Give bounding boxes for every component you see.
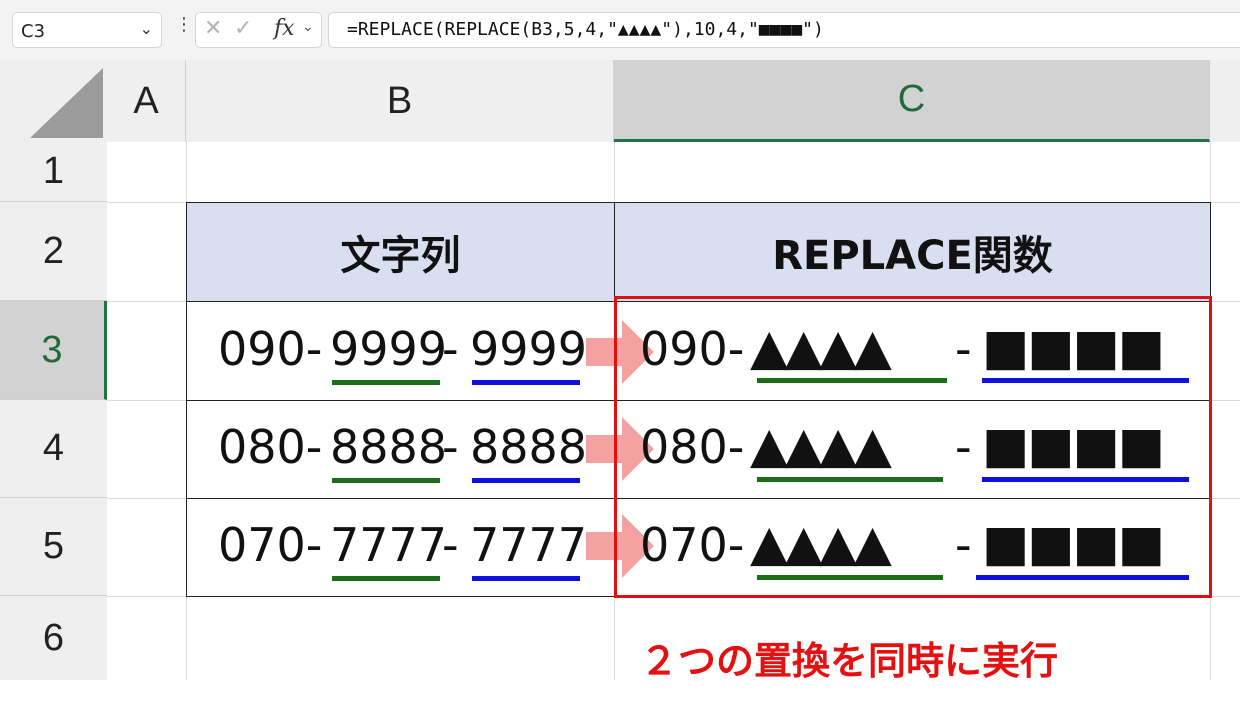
- cell-c2[interactable]: REPLACE関数: [614, 202, 1211, 302]
- phone-middle: 9999: [330, 322, 448, 376]
- phone-middle: 8888: [330, 420, 448, 474]
- underline-last: [472, 380, 580, 385]
- select-all-corner[interactable]: [0, 60, 107, 142]
- formula-bar-buttons: ✕ ✓ fx ⌄: [195, 12, 322, 48]
- phone-last: 8888: [470, 420, 588, 474]
- underline-last: [472, 576, 580, 581]
- formula-bar: C3 ⌄ ⋮ ✕ ✓ fx ⌄ =REPLACE(REPLACE(B3,5,4,…: [0, 0, 1240, 60]
- phone-dash: -: [442, 420, 459, 474]
- name-box[interactable]: C3 ⌄: [12, 12, 162, 48]
- row-header-3[interactable]: 3: [0, 301, 107, 400]
- insert-function-icon[interactable]: fx: [274, 16, 295, 41]
- cancel-icon[interactable]: ✕: [204, 16, 222, 41]
- underline-last: [472, 478, 580, 483]
- underline-middle: [332, 380, 440, 385]
- name-box-value: C3: [21, 21, 46, 42]
- worksheet-grid: A B C 1 2 3 4 5 6 文字列 REPLACE関数 090- 999…: [0, 60, 1240, 680]
- formula-input[interactable]: =REPLACE(REPLACE(B3,5,4,"▲▲▲▲"),10,4,"■■…: [328, 12, 1240, 48]
- select-all-triangle-icon: [30, 68, 103, 138]
- column-header-a[interactable]: A: [107, 60, 186, 142]
- phone-prefix: 090-: [218, 322, 323, 376]
- column-header-b[interactable]: B: [186, 60, 614, 142]
- cell-b2[interactable]: 文字列: [186, 202, 615, 302]
- phone-middle: 7777: [330, 518, 448, 572]
- chevron-down-icon[interactable]: ⌄: [302, 19, 314, 35]
- phone-prefix: 070-: [218, 518, 323, 572]
- annotation-text: ２つの置換を同時に実行: [640, 639, 1059, 683]
- row-header-4[interactable]: 4: [0, 400, 107, 498]
- phone-dash: -: [442, 322, 459, 376]
- highlight-box: [614, 296, 1212, 598]
- phone-last: 9999: [470, 322, 588, 376]
- row-header-1[interactable]: 1: [0, 142, 107, 202]
- enter-icon[interactable]: ✓: [234, 16, 252, 41]
- row-header-6[interactable]: 6: [0, 596, 107, 680]
- underline-middle: [332, 576, 440, 581]
- more-options-icon[interactable]: ⋮: [175, 14, 193, 35]
- chevron-down-icon[interactable]: ⌄: [140, 19, 153, 38]
- column-header-d[interactable]: [1210, 60, 1240, 142]
- phone-last: 7777: [470, 518, 588, 572]
- phone-dash: -: [442, 518, 459, 572]
- row-header-2[interactable]: 2: [0, 202, 107, 301]
- formula-text: =REPLACE(REPLACE(B3,5,4,"▲▲▲▲"),10,4,"■■…: [347, 19, 824, 40]
- column-header-c[interactable]: C: [614, 60, 1210, 142]
- underline-middle: [332, 478, 440, 483]
- phone-prefix: 080-: [218, 420, 323, 474]
- row-header-5[interactable]: 5: [0, 498, 107, 596]
